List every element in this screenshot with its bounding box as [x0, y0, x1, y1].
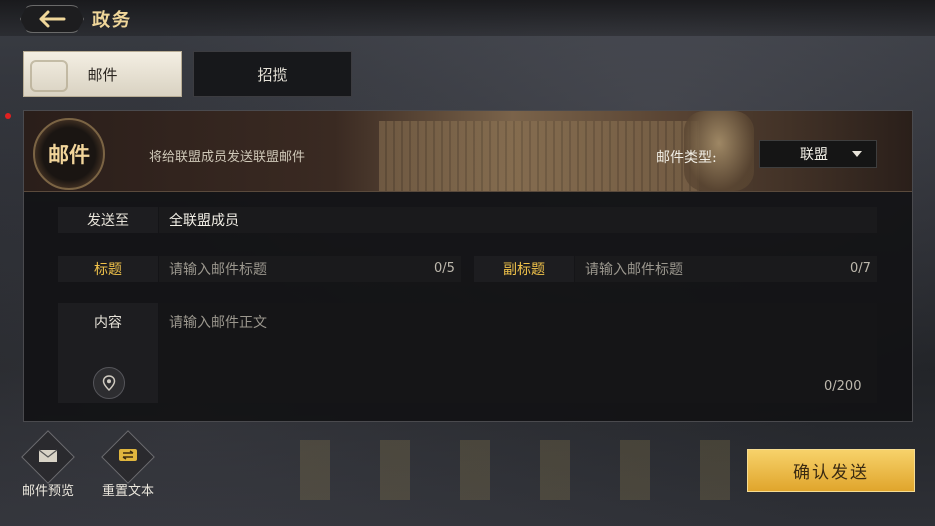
scroll-artwork — [379, 121, 699, 191]
title-placeholder: 请输入邮件标题 — [169, 262, 267, 278]
confirm-send-label: 确认发送 — [793, 463, 869, 483]
page-title: 政务 — [92, 10, 132, 31]
arrow-left-icon — [39, 10, 66, 28]
content-textarea[interactable]: 请输入邮件正文 — [159, 303, 877, 403]
confirm-send-button[interactable]: 确认发送 — [747, 449, 915, 492]
chevron-down-icon — [852, 151, 862, 157]
title-label: 标题 — [58, 256, 158, 282]
reset-text-icon — [101, 430, 155, 484]
mail-type-value: 联盟 — [800, 147, 828, 163]
seal-text: 邮件 — [48, 142, 90, 167]
reset-text-button[interactable]: 重置文本 — [93, 430, 163, 499]
location-pin-icon — [102, 375, 116, 391]
subtitle-input[interactable]: 请输入邮件标题 — [575, 256, 877, 282]
content-label: 内容 — [94, 315, 122, 331]
send-to-label: 发送至 — [58, 207, 158, 233]
send-to-field: 全联盟成员 — [159, 207, 877, 233]
notification-dot — [5, 113, 11, 119]
subtitle-label: 副标题 — [474, 256, 574, 282]
mail-banner: 邮件 将给联盟成员发送联盟邮件 邮件类型: 联盟 — [24, 111, 912, 192]
mail-type-label: 邮件类型: — [656, 150, 717, 166]
tab-mail[interactable]: 邮件 — [23, 51, 182, 97]
location-button[interactable] — [93, 367, 125, 399]
mail-preview-icon — [21, 430, 75, 484]
title-input[interactable]: 请输入邮件标题 — [159, 256, 461, 282]
send-to-value: 全联盟成员 — [169, 213, 239, 229]
mail-seal-icon: 邮件 — [33, 118, 105, 190]
background-decor — [300, 440, 740, 500]
tab-mail-label: 邮件 — [87, 65, 118, 84]
mail-preview-button[interactable]: 邮件预览 — [13, 430, 83, 499]
tab-recruit-label: 招揽 — [257, 65, 288, 84]
tab-recruit[interactable]: 招揽 — [193, 51, 352, 97]
subtitle-placeholder: 请输入邮件标题 — [585, 262, 683, 278]
title-counter: 0/5 — [434, 261, 455, 276]
mail-type-dropdown[interactable]: 联盟 — [759, 140, 877, 168]
top-bar — [0, 0, 935, 36]
content-counter: 0/200 — [824, 379, 862, 394]
back-button[interactable] — [20, 5, 84, 33]
subtitle-counter: 0/7 — [850, 261, 871, 276]
tab-ornament-icon — [30, 60, 68, 92]
banner-description: 将给联盟成员发送联盟邮件 — [149, 150, 306, 165]
content-placeholder: 请输入邮件正文 — [169, 315, 267, 331]
